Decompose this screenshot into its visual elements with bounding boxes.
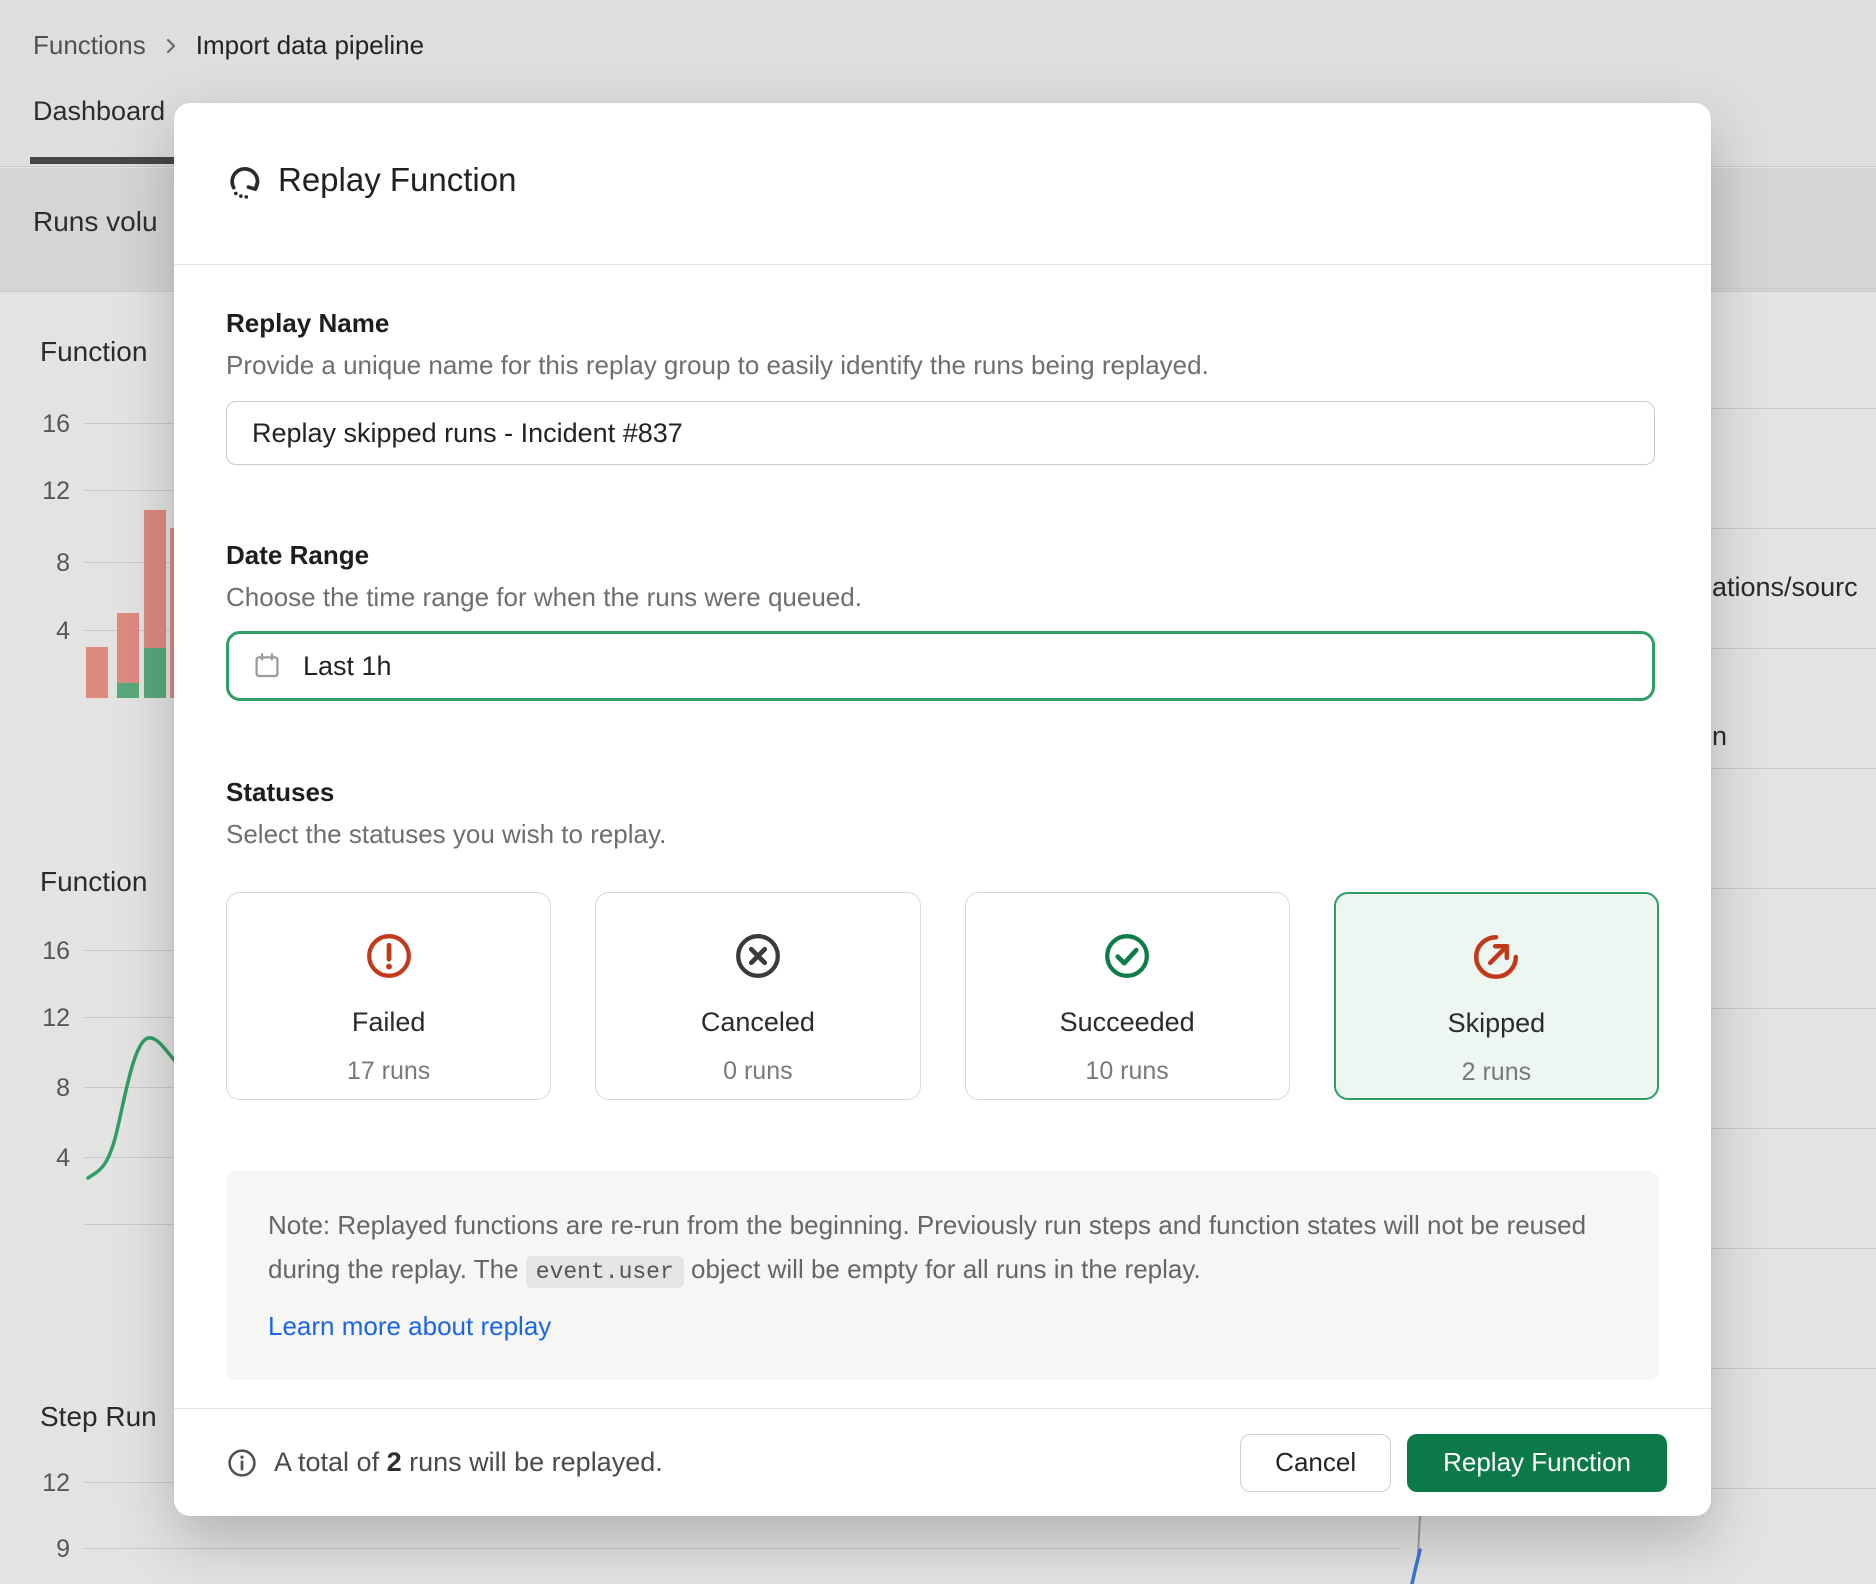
- status-card-count: 10 runs: [1085, 1057, 1168, 1086]
- status-card-succeeded[interactable]: Succeeded 10 runs: [965, 892, 1290, 1100]
- replay-note: Note: Replayed functions are re-run from…: [226, 1171, 1659, 1380]
- status-card-label: Failed: [352, 1007, 426, 1038]
- date-range-picker[interactable]: Last 1h: [226, 631, 1655, 701]
- summary-count: 2: [387, 1447, 402, 1477]
- check-circle-icon: [1100, 929, 1154, 983]
- statuses-label: Statuses: [226, 777, 334, 808]
- replay-function-modal: Replay Function Replay Name Provide a un…: [174, 103, 1711, 1516]
- status-card-count: 17 runs: [347, 1057, 430, 1086]
- status-card-skipped[interactable]: Skipped 2 runs: [1334, 892, 1659, 1100]
- replay-function-button[interactable]: Replay Function: [1407, 1434, 1667, 1492]
- footer-buttons: Cancel Replay Function: [1240, 1434, 1667, 1492]
- calendar-icon: [251, 650, 283, 682]
- status-card-label: Skipped: [1448, 1008, 1546, 1039]
- replay-summary: A total of 2 runs will be replayed.: [226, 1447, 663, 1479]
- date-range-value: Last 1h: [303, 651, 392, 682]
- modal-footer: A total of 2 runs will be replayed. Canc…: [174, 1408, 1711, 1516]
- summary-text: A total of 2 runs will be replayed.: [274, 1447, 663, 1478]
- status-card-failed[interactable]: Failed 17 runs: [226, 892, 551, 1100]
- event-user-code: event.user: [526, 1256, 684, 1288]
- x-circle-icon: [731, 929, 785, 983]
- status-card-label: Canceled: [701, 1007, 815, 1038]
- date-range-description: Choose the time range for when the runs …: [226, 582, 862, 613]
- alert-circle-icon: [362, 929, 416, 983]
- info-icon: [226, 1447, 258, 1479]
- note-text: object will be empty for all runs in the…: [684, 1254, 1201, 1284]
- cancel-button[interactable]: Cancel: [1240, 1434, 1391, 1492]
- statuses-description: Select the statuses you wish to replay.: [226, 819, 666, 850]
- learn-more-link[interactable]: Learn more about replay: [268, 1304, 551, 1348]
- skip-arrow-icon: [1469, 930, 1523, 984]
- replay-name-description: Provide a unique name for this replay gr…: [226, 350, 1209, 381]
- modal-header: Replay Function: [174, 103, 1711, 265]
- replay-name-label: Replay Name: [226, 308, 389, 339]
- replay-name-input[interactable]: [226, 401, 1655, 465]
- status-card-count: 0 runs: [723, 1057, 792, 1086]
- status-card-count: 2 runs: [1462, 1058, 1531, 1087]
- modal-title: Replay Function: [278, 161, 516, 199]
- status-card-canceled[interactable]: Canceled 0 runs: [595, 892, 920, 1100]
- status-card-list: Failed 17 runs Canceled 0 runs Succeeded: [226, 892, 1659, 1100]
- replay-icon: [226, 163, 264, 201]
- status-card-label: Succeeded: [1060, 1007, 1195, 1038]
- date-range-label: Date Range: [226, 540, 369, 571]
